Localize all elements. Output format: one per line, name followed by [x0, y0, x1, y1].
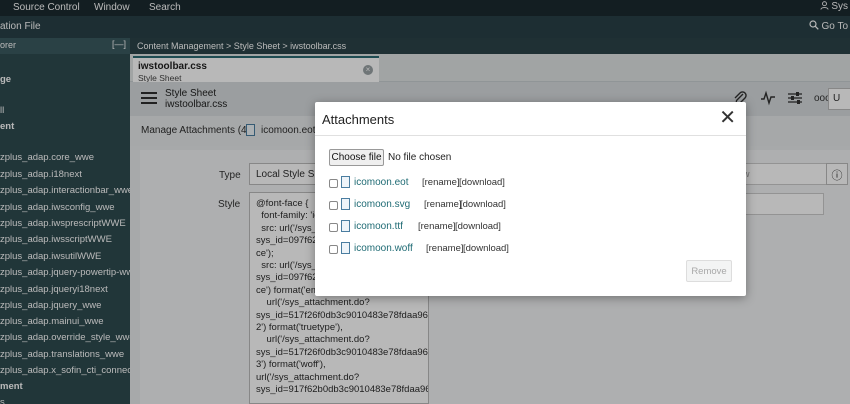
- no-file-text: No file chosen: [388, 152, 452, 163]
- file-icon: [341, 242, 350, 254]
- dialog-title: Attachments: [322, 112, 395, 127]
- attachment-checkbox[interactable]: [329, 223, 338, 232]
- attachment-name-link[interactable]: icomoon.ttf: [354, 221, 403, 232]
- rename-link[interactable]: [rename]: [424, 199, 462, 210]
- rename-link[interactable]: [rename]: [426, 243, 464, 254]
- file-icon: [341, 176, 350, 188]
- choose-file-button[interactable]: Choose file: [329, 149, 384, 166]
- attachment-name-link[interactable]: icomoon.woff: [354, 243, 413, 254]
- attachments-dialog: Attachments ✕ Choose file No file chosen…: [315, 102, 746, 296]
- rename-link[interactable]: [rename]: [418, 221, 456, 232]
- close-icon[interactable]: ✕: [719, 108, 736, 128]
- file-icon: [341, 220, 350, 232]
- dialog-divider: [315, 135, 746, 136]
- attachment-name-link[interactable]: icomoon.svg: [354, 199, 410, 210]
- attachment-name-link[interactable]: icomoon.eot: [354, 177, 408, 188]
- attachment-checkbox[interactable]: [329, 179, 338, 188]
- rename-link[interactable]: [rename]: [422, 177, 460, 188]
- download-link[interactable]: [download]: [460, 199, 506, 210]
- remove-button[interactable]: Remove: [686, 260, 732, 282]
- download-link[interactable]: [download]: [459, 177, 505, 188]
- download-link[interactable]: [download]: [455, 221, 501, 232]
- download-link[interactable]: [download]: [463, 243, 509, 254]
- file-icon: [341, 198, 350, 210]
- attachment-checkbox[interactable]: [329, 245, 338, 254]
- attachment-checkbox[interactable]: [329, 201, 338, 210]
